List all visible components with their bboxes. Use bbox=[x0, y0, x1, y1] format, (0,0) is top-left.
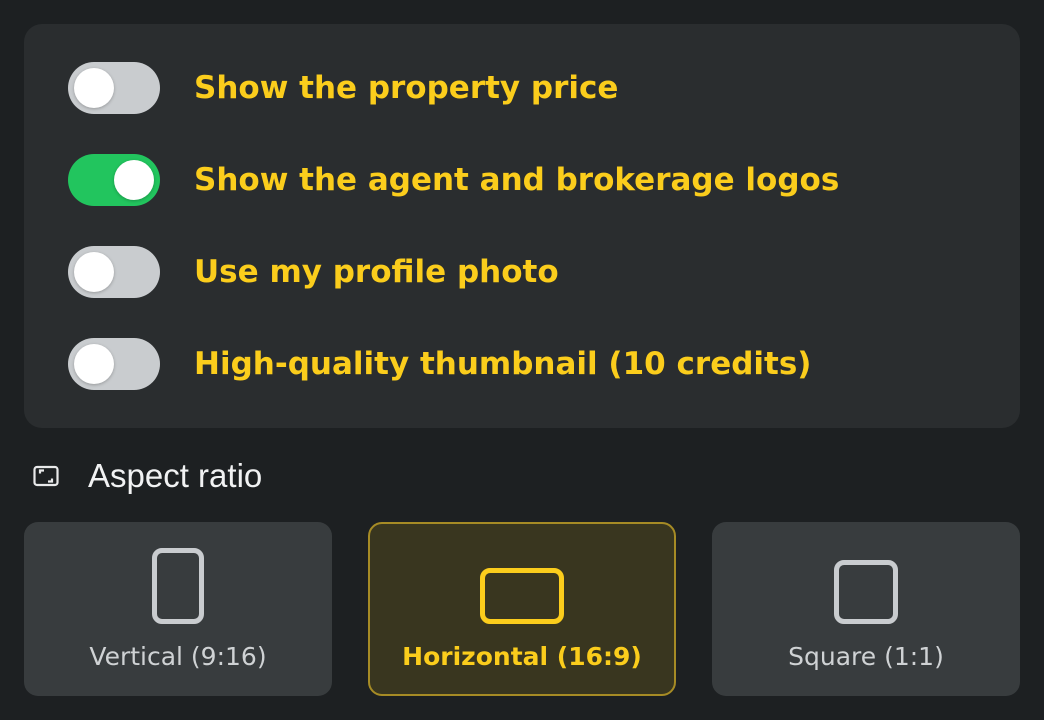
agent-logos-label: Show the agent and brokerage logos bbox=[194, 162, 840, 198]
landscape-rect-icon bbox=[480, 568, 564, 624]
hq-thumbnail-label: High-quality thumbnail (10 credits) bbox=[194, 346, 812, 382]
option-row-hq-thumbnail: High-quality thumbnail (10 credits) bbox=[68, 338, 811, 390]
square-ratio-label: Square (1:1) bbox=[788, 642, 944, 671]
toggle-knob bbox=[74, 68, 114, 108]
hq-thumbnail-toggle[interactable] bbox=[68, 338, 160, 390]
property-price-toggle[interactable] bbox=[68, 62, 160, 114]
aspect-ratio-header: Aspect ratio bbox=[32, 454, 262, 498]
agent-logos-toggle[interactable] bbox=[68, 154, 160, 206]
toggle-knob bbox=[74, 344, 114, 384]
horizontal-ratio-option[interactable]: Horizontal (16:9) bbox=[368, 522, 676, 696]
vertical-ratio-label: Vertical (9:16) bbox=[89, 642, 267, 671]
option-row-profile-photo: Use my profile photo bbox=[68, 246, 559, 298]
toggle-knob bbox=[74, 252, 114, 292]
property-price-label: Show the property price bbox=[194, 70, 619, 106]
profile-photo-toggle[interactable] bbox=[68, 246, 160, 298]
vertical-ratio-option[interactable]: Vertical (9:16) bbox=[24, 522, 332, 696]
square-icon bbox=[834, 560, 898, 624]
option-row-agent-logos: Show the agent and brokerage logos bbox=[68, 154, 839, 206]
toggle-knob bbox=[114, 160, 154, 200]
display-options-panel: Show the property price Show the agent a… bbox=[24, 24, 1020, 428]
aspect-ratio-icon bbox=[32, 464, 60, 488]
option-row-property-price: Show the property price bbox=[68, 62, 618, 114]
profile-photo-label: Use my profile photo bbox=[194, 254, 559, 290]
aspect-ratio-title: Aspect ratio bbox=[88, 457, 263, 494]
square-ratio-option[interactable]: Square (1:1) bbox=[712, 522, 1020, 696]
horizontal-ratio-label: Horizontal (16:9) bbox=[402, 642, 642, 671]
portrait-rect-icon bbox=[152, 548, 204, 624]
